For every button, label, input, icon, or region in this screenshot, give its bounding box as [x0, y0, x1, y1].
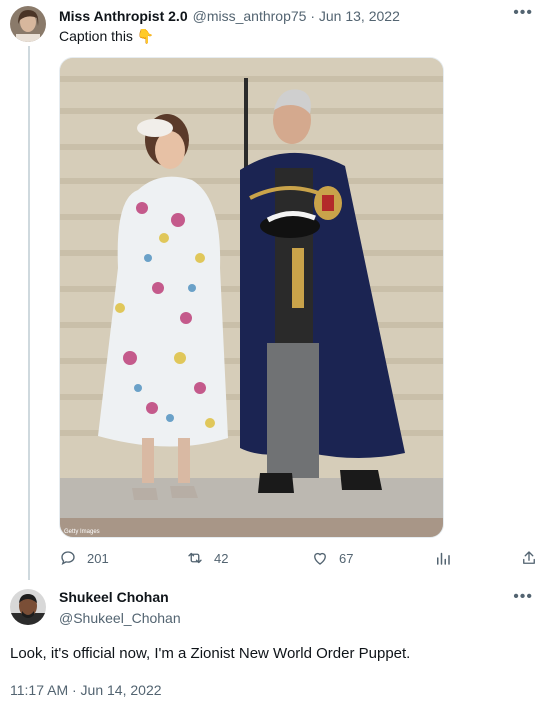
retweet-button[interactable]: 42 — [186, 549, 228, 567]
tweet-photo[interactable]: Getty Images — [59, 57, 444, 538]
reply-text: Look, it's official now, I'm a Zionist N… — [10, 645, 411, 662]
reply-author-handle[interactable]: @Shukeel_Chohan — [59, 610, 181, 626]
photo-illustration — [60, 58, 443, 537]
author-handle-date[interactable]: @miss_anthrop75 · Jun 13, 2022 — [193, 8, 400, 24]
analytics-button[interactable] — [434, 549, 452, 567]
reply-more-options-icon[interactable]: ••• — [513, 588, 533, 606]
like-button[interactable]: 67 — [311, 549, 353, 567]
reply-count: 201 — [87, 550, 109, 566]
retweet-count: 42 — [214, 550, 229, 566]
retweet-icon — [188, 552, 202, 564]
avatar-miss-anthropist[interactable] — [10, 6, 46, 42]
analytics-icon — [437, 552, 450, 565]
share-icon — [523, 551, 535, 564]
reply-icon — [61, 551, 75, 565]
reply-timestamp[interactable]: 11:17 AM · Jun 14, 2022 — [10, 682, 162, 698]
tweet-text: Caption this 👇 — [59, 28, 155, 44]
reply-author-name[interactable]: Shukeel Chohan — [59, 589, 169, 605]
reply-button[interactable]: 201 — [59, 549, 109, 567]
photo-watermark: Getty Images — [64, 529, 100, 535]
author-name[interactable]: Miss Anthropist 2.0 — [59, 8, 188, 24]
heart-icon — [314, 552, 326, 565]
more-options-icon[interactable]: ••• — [513, 4, 533, 22]
thread-connector — [28, 46, 30, 580]
like-count: 67 — [339, 550, 354, 566]
share-button[interactable] — [520, 549, 538, 567]
tweet-header: Miss Anthropist 2.0 @miss_anthrop75 · Ju… — [59, 8, 400, 24]
avatar-shukeel-chohan[interactable] — [10, 589, 46, 625]
